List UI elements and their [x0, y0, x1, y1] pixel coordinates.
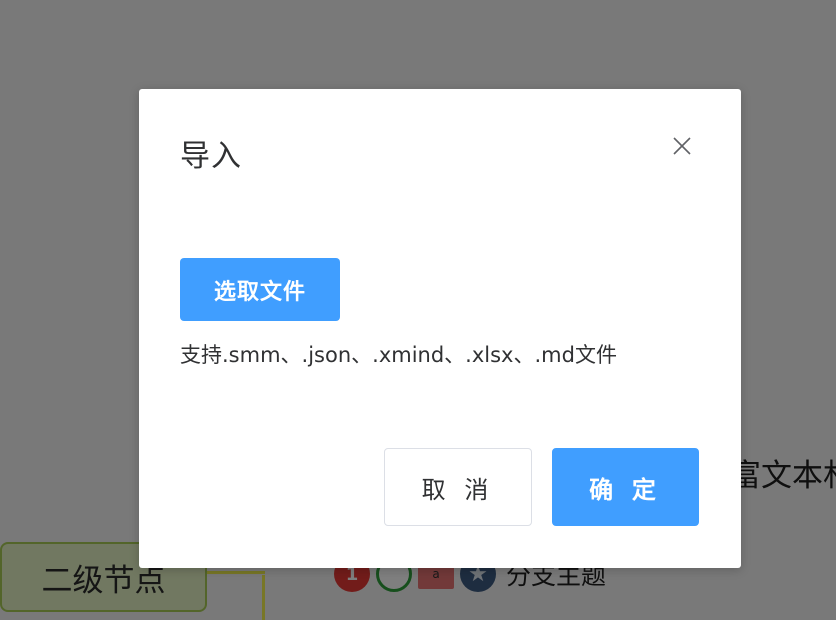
close-button[interactable] [667, 131, 697, 161]
cancel-button[interactable]: 取 消 [384, 448, 532, 526]
dialog-title: 导入 [180, 139, 242, 174]
confirm-button[interactable]: 确 定 [552, 448, 699, 526]
choose-file-button[interactable]: 选取文件 [180, 258, 340, 321]
supported-formats-hint: 支持.smm、.json、.xmind、.xlsx、.md文件 [180, 343, 617, 367]
close-icon [673, 137, 691, 155]
import-dialog: 导入 选取文件 支持.smm、.json、.xmind、.xlsx、.md文件 … [139, 89, 741, 568]
